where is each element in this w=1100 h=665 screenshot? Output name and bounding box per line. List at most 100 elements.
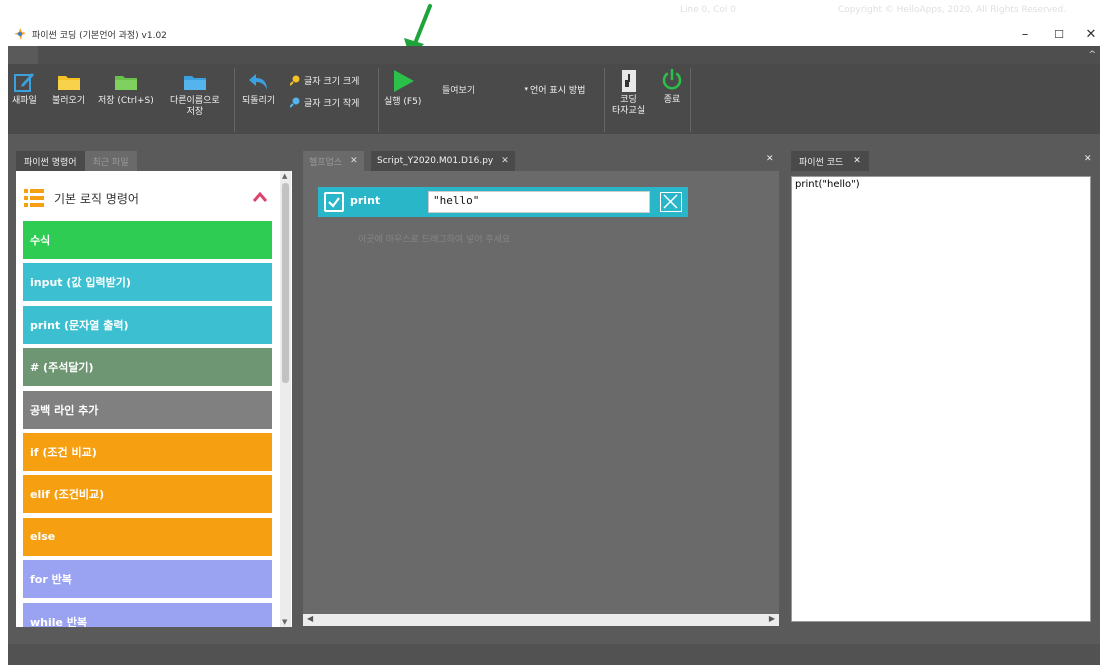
- view-mode-select[interactable]: 들여보기 ▾: [436, 82, 532, 96]
- left-panel-tabs: 파이썬 명령어 최근 파일: [16, 151, 137, 171]
- run-button[interactable]: 실행 (F5): [384, 68, 421, 108]
- list-icon: [24, 189, 44, 207]
- document-music-icon: [621, 70, 636, 92]
- font-smaller-label: 글자 크기 작게: [304, 99, 360, 109]
- font-bigger-button[interactable]: 글자 크기 크게: [290, 74, 359, 87]
- undo-arrow-icon: [248, 74, 267, 90]
- code-output: print("hello"): [795, 179, 860, 190]
- category-title: 기본 로직 명령어: [54, 191, 139, 206]
- tab-script-file[interactable]: Script_Y2020.M01.D16.py ✕: [371, 151, 515, 171]
- lang-display-label: 언어 표시 방법: [530, 86, 586, 96]
- new-file-button[interactable]: 새파일: [12, 70, 37, 107]
- zoom-out-icon: [290, 97, 300, 108]
- zoom-in-icon: [290, 75, 300, 86]
- print-block[interactable]: print "hello": [318, 187, 688, 217]
- folder-open-icon: [57, 76, 80, 90]
- lang-display-button[interactable]: 언어 표시 방법: [530, 83, 585, 96]
- ribbon-collapse-button[interactable]: ^: [1088, 50, 1096, 60]
- tab-help[interactable]: 헬프업스 ✕: [303, 151, 364, 171]
- chevron-up-icon[interactable]: [252, 191, 268, 203]
- tab-help-label: 헬프업스: [309, 157, 343, 168]
- command-item[interactable]: 공백 라인 추가: [23, 390, 272, 429]
- editor-panel-close-icon[interactable]: ✕: [766, 154, 774, 164]
- block-delete-button[interactable]: [660, 192, 682, 212]
- title-bar: 파이썬 코딩 (기본언어 과정) v1.02 – ☐ ✕: [8, 22, 1100, 46]
- tab-help-close-icon[interactable]: ✕: [350, 156, 358, 166]
- typing-tutor-button[interactable]: 코딩 타자교실: [612, 68, 645, 117]
- tab-python-commands[interactable]: 파이썬 명령어: [16, 151, 85, 171]
- tab-script-label: Script_Y2020.M01.D16.py: [377, 156, 494, 166]
- undo-button[interactable]: 되돌리기: [242, 70, 275, 107]
- command-item[interactable]: print (문자열 출력): [23, 305, 272, 344]
- command-item[interactable]: input (값 입력받기): [23, 263, 272, 302]
- save-as-label-1: 다른이름으로: [170, 96, 220, 106]
- command-item[interactable]: else: [23, 517, 272, 556]
- window-title: 파이썬 코딩 (기본언어 과정) v1.02: [32, 30, 167, 41]
- dropdown-arrow-icon: ▾: [524, 85, 528, 93]
- category-header[interactable]: 기본 로직 명령어: [24, 185, 272, 211]
- save-as-label-2: 저장: [186, 107, 204, 117]
- exit-label: 종료: [663, 95, 681, 105]
- power-icon: [662, 68, 682, 90]
- play-icon: [393, 70, 414, 92]
- tab-recent-files[interactable]: 최근 파일: [84, 151, 137, 171]
- view-mode-value: 들여보기: [442, 85, 476, 96]
- font-bigger-label: 글자 크기 크게: [304, 77, 360, 87]
- maximize-button[interactable]: ☐: [1042, 24, 1076, 44]
- scroll-down-icon[interactable]: ▼: [282, 618, 287, 626]
- folder-save-as-icon: [183, 76, 206, 90]
- tab-python-code[interactable]: 파이썬 코드 ✕: [791, 151, 869, 171]
- new-file-label: 새파일: [12, 96, 37, 106]
- block-checkbox[interactable]: [324, 192, 344, 212]
- code-panel-close-icon[interactable]: ✕: [1084, 154, 1092, 164]
- new-file-icon: [14, 73, 35, 92]
- open-button[interactable]: 불러오기: [52, 70, 85, 107]
- command-item[interactable]: for 반복: [23, 560, 272, 599]
- open-label: 불러오기: [52, 96, 86, 106]
- typing-tutor-label-2: 타자교실: [612, 106, 646, 116]
- scroll-up-icon[interactable]: ▲: [282, 172, 287, 180]
- scrollbar-thumb[interactable]: [282, 183, 289, 383]
- minimize-button[interactable]: –: [1008, 24, 1042, 44]
- block-label: print: [350, 194, 381, 207]
- left-scrollbar[interactable]: ▲ ▼: [280, 171, 291, 627]
- scroll-left-icon[interactable]: ◀: [307, 614, 313, 623]
- ribbon-separator: [690, 68, 691, 132]
- ribbon-toolbar: 새파일 불러오기 저장 (Ctrl+S) 다른이름으로 저장 되돌리기 글자 크…: [8, 50, 1100, 134]
- command-item[interactable]: if (조건 비교): [23, 433, 272, 471]
- undo-label: 되돌리기: [242, 96, 276, 106]
- save-button[interactable]: 저장 (Ctrl+S): [98, 70, 154, 107]
- block-value-input[interactable]: "hello": [428, 191, 650, 213]
- save-label: 저장 (Ctrl+S): [98, 96, 154, 106]
- command-item[interactable]: elif (조건비교): [23, 475, 272, 514]
- tab-python-code-close-icon[interactable]: ✕: [853, 156, 861, 166]
- font-smaller-button[interactable]: 글자 크기 작게: [290, 96, 359, 109]
- scroll-right-icon[interactable]: ▶: [769, 614, 775, 623]
- copyright-text: Copyright © HelloApps, 2020, All Rights …: [838, 5, 1067, 15]
- folder-save-icon: [114, 76, 137, 90]
- ribbon-separator: [378, 68, 379, 132]
- tab-python-code-label: 파이썬 코드: [799, 157, 844, 168]
- save-as-button[interactable]: 다른이름으로 저장: [170, 70, 220, 118]
- command-palette: 기본 로직 명령어 수식 input (값 입력받기) print (문자열 출력)…: [16, 171, 292, 627]
- ribbon-home-tab[interactable]: [8, 46, 38, 64]
- editor-hscrollbar[interactable]: ◀ ▶: [303, 614, 779, 626]
- app-window: 파이썬 코딩 (기본언어 과정) v1.02 – ☐ ✕ 새파일 불러오기 저장…: [0, 0, 1100, 665]
- cursor-position: Line 0, Col 0: [680, 5, 736, 15]
- ribbon-tab-strip: [8, 46, 1100, 64]
- command-item[interactable]: # (주석달기): [23, 348, 272, 387]
- ribbon-separator: [604, 68, 605, 132]
- command-item[interactable]: 수식: [23, 221, 272, 259]
- close-icon: [663, 194, 678, 209]
- status-bar: [8, 644, 1100, 665]
- ribbon-separator: [234, 68, 235, 132]
- check-icon: [328, 197, 340, 208]
- exit-button[interactable]: 종료: [660, 68, 684, 106]
- run-label: 실행 (F5): [384, 97, 422, 107]
- close-window-button[interactable]: ✕: [1074, 24, 1100, 44]
- drop-hint: 이곳에 마우스로 드래그하여 넣어 주세요: [358, 235, 511, 245]
- command-item[interactable]: while 반복: [23, 602, 272, 627]
- tab-script-close-icon[interactable]: ✕: [501, 156, 509, 166]
- code-view[interactable]: print("hello"): [791, 176, 1091, 622]
- typing-tutor-label-1: 코딩: [620, 95, 637, 105]
